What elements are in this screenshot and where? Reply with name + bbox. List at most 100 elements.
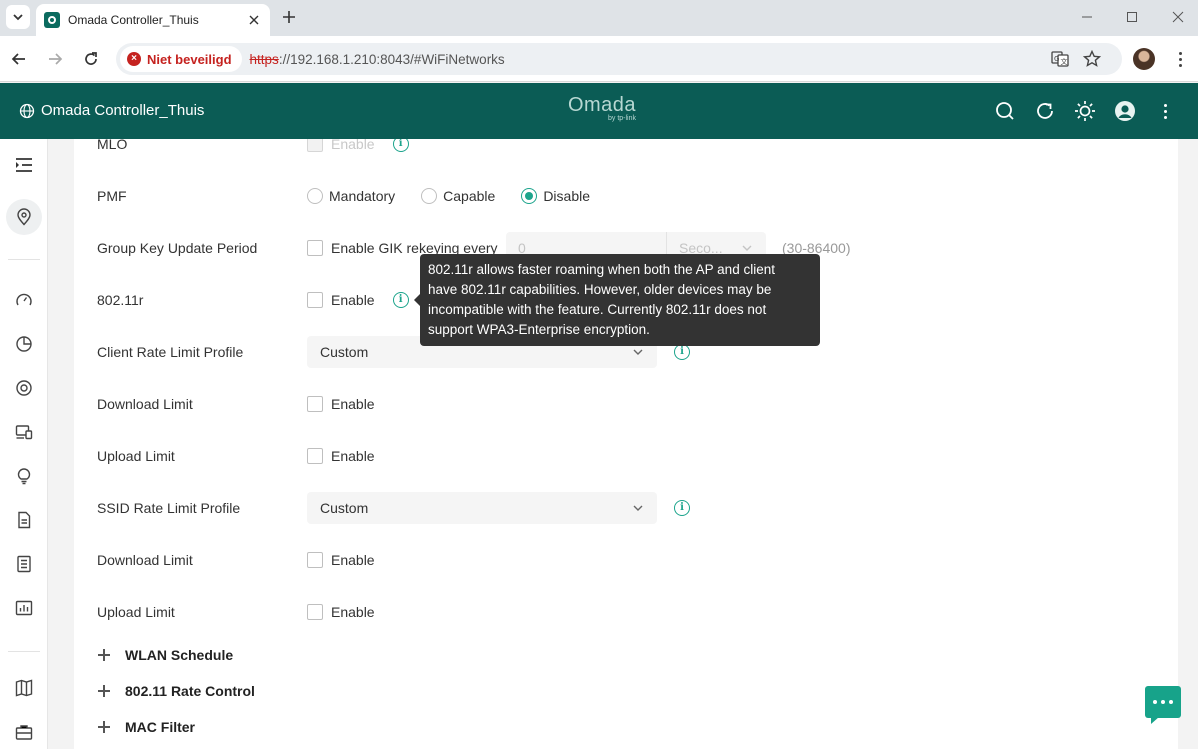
user-avatar-icon bbox=[1115, 101, 1135, 121]
sidebar-item-logs[interactable] bbox=[6, 502, 42, 538]
lightbulb-icon bbox=[17, 468, 31, 485]
security-chip[interactable]: × Niet beveiligd bbox=[120, 46, 242, 72]
ssid-download-checkbox[interactable] bbox=[307, 552, 323, 568]
ssid-download-option-label: Enable bbox=[331, 552, 375, 568]
sidebar-item-guide[interactable] bbox=[6, 670, 42, 706]
pmf-option-disable[interactable]: Disable bbox=[521, 188, 590, 204]
sidebar-item-site[interactable] bbox=[6, 199, 42, 235]
info-icon[interactable]: i bbox=[674, 344, 690, 360]
expand-plus-icon bbox=[97, 648, 111, 662]
section-mac-filter[interactable]: MAC Filter bbox=[97, 715, 195, 739]
form-row-pmf: PMF Mandatory Capable Disable bbox=[74, 182, 1178, 210]
client-download-label: Download Limit bbox=[97, 396, 193, 412]
sidebar-item-reports[interactable] bbox=[6, 590, 42, 626]
info-icon[interactable]: i bbox=[674, 500, 690, 516]
ssid-rate-label: SSID Rate Limit Profile bbox=[97, 500, 241, 516]
pmf-option-mandatory[interactable]: Mandatory bbox=[307, 188, 395, 204]
ssid-rate-select[interactable]: Custom bbox=[307, 492, 657, 524]
client-rate-label: Client Rate Limit Profile bbox=[97, 344, 244, 360]
gik-checkbox[interactable] bbox=[307, 240, 323, 256]
section-wlan-schedule[interactable]: WLAN Schedule bbox=[97, 643, 233, 667]
header-search-button[interactable] bbox=[993, 99, 1017, 123]
reload-icon bbox=[85, 52, 97, 65]
star-icon bbox=[1083, 50, 1101, 67]
sidebar-collapse-button[interactable] bbox=[6, 147, 42, 183]
translate-icon: G文 bbox=[1051, 51, 1069, 67]
client-download-checkbox[interactable] bbox=[307, 396, 323, 412]
radio-button[interactable] bbox=[421, 188, 438, 204]
r80211-checkbox[interactable] bbox=[307, 292, 323, 308]
window-close-button[interactable] bbox=[1166, 6, 1190, 28]
browser-tabstrip: Omada Controller_Thuis bbox=[0, 0, 1198, 36]
reload-button[interactable] bbox=[79, 47, 103, 71]
maximize-button[interactable] bbox=[1120, 6, 1144, 28]
form-row-ssid-download: Download Limit Enable bbox=[74, 546, 1178, 574]
header-more-button[interactable] bbox=[1156, 100, 1174, 122]
section-title: WLAN Schedule bbox=[125, 647, 234, 663]
radio-button[interactable] bbox=[307, 188, 323, 204]
tooltip-line: 802.11r allows faster roaming when both … bbox=[428, 262, 775, 277]
sidebar-item-toolbox[interactable] bbox=[6, 714, 42, 749]
arrow-right-icon bbox=[49, 53, 63, 65]
refresh-icon bbox=[1037, 103, 1053, 119]
gauge-icon bbox=[16, 293, 32, 306]
minimize-button[interactable] bbox=[1075, 6, 1099, 28]
back-button[interactable] bbox=[7, 47, 31, 71]
sidebar-item-dashboard[interactable] bbox=[6, 282, 42, 318]
tab-close-button[interactable] bbox=[246, 12, 262, 28]
user-avatar-button[interactable] bbox=[1113, 99, 1137, 123]
mlo-checkbox[interactable] bbox=[307, 139, 323, 152]
radio-label: Mandatory bbox=[329, 188, 396, 204]
site-selector[interactable]: Omada Controller_Thuis bbox=[41, 102, 204, 119]
info-icon[interactable]: i bbox=[392, 292, 409, 308]
sidebar-item-devices[interactable] bbox=[6, 414, 42, 450]
browser-tab-active[interactable]: Omada Controller_Thuis bbox=[36, 4, 270, 36]
browser-toolbar: × Niet beveiligd https://192.168.1.210:8… bbox=[0, 36, 1198, 82]
client-upload-label: Upload Limit bbox=[97, 448, 175, 464]
header-refresh-button[interactable] bbox=[1033, 99, 1057, 123]
devices-icon bbox=[15, 425, 33, 440]
sidebar-item-map[interactable] bbox=[6, 370, 42, 406]
security-label: Niet beveiligd bbox=[147, 51, 232, 67]
chevron-down-icon bbox=[633, 505, 643, 511]
chevron-down-icon bbox=[13, 14, 23, 21]
close-icon bbox=[1172, 11, 1184, 23]
svg-text:G: G bbox=[1054, 55, 1059, 63]
address-bar[interactable]: × Niet beveiligd https://192.168.1.210:8… bbox=[116, 43, 1122, 75]
chevron-down-icon bbox=[633, 349, 643, 355]
minimize-icon bbox=[1082, 16, 1092, 18]
client-upload-checkbox[interactable] bbox=[307, 448, 323, 464]
tab-title: Omada Controller_Thuis bbox=[68, 13, 199, 27]
expand-plus-icon bbox=[97, 720, 111, 734]
form-row-ssid-upload: Upload Limit Enable bbox=[74, 598, 1178, 626]
location-pin-icon bbox=[17, 208, 31, 226]
bookmark-button[interactable] bbox=[1080, 47, 1104, 71]
ssid-rate-value: Custom bbox=[320, 500, 369, 516]
sidebar-item-insights[interactable] bbox=[6, 458, 42, 494]
pmf-option-capable[interactable]: Capable bbox=[421, 188, 495, 204]
pmf-label: PMF bbox=[97, 188, 127, 204]
chevron-down-icon bbox=[742, 245, 752, 251]
forward-button[interactable] bbox=[43, 47, 67, 71]
url-scheme: https bbox=[249, 51, 279, 67]
theme-toggle-button[interactable] bbox=[1073, 99, 1097, 123]
tab-search-button[interactable] bbox=[6, 5, 30, 29]
r80211-tooltip: 802.11r allows faster roaming when both … bbox=[414, 254, 820, 346]
new-tab-button[interactable] bbox=[278, 6, 300, 28]
browser-menu-button[interactable] bbox=[1170, 47, 1190, 71]
translate-button[interactable]: G文 bbox=[1048, 47, 1072, 71]
section-rate-control[interactable]: 802.11 Rate Control bbox=[97, 679, 255, 703]
profile-avatar[interactable] bbox=[1133, 48, 1155, 70]
sidebar-item-audit[interactable] bbox=[6, 546, 42, 582]
radio-label: Capable bbox=[443, 188, 496, 204]
info-icon[interactable]: i bbox=[392, 139, 409, 152]
radio-button-selected[interactable] bbox=[521, 188, 538, 204]
sidebar-divider bbox=[8, 651, 40, 652]
mlo-control: Enable i bbox=[307, 139, 409, 158]
sidebar-divider bbox=[8, 259, 40, 260]
sidebar-item-statistics[interactable] bbox=[6, 326, 42, 362]
chat-support-button[interactable] bbox=[1145, 686, 1181, 724]
target-icon bbox=[16, 380, 32, 396]
ssid-upload-checkbox[interactable] bbox=[307, 604, 323, 620]
ssid-download-control: Enable bbox=[307, 546, 375, 574]
